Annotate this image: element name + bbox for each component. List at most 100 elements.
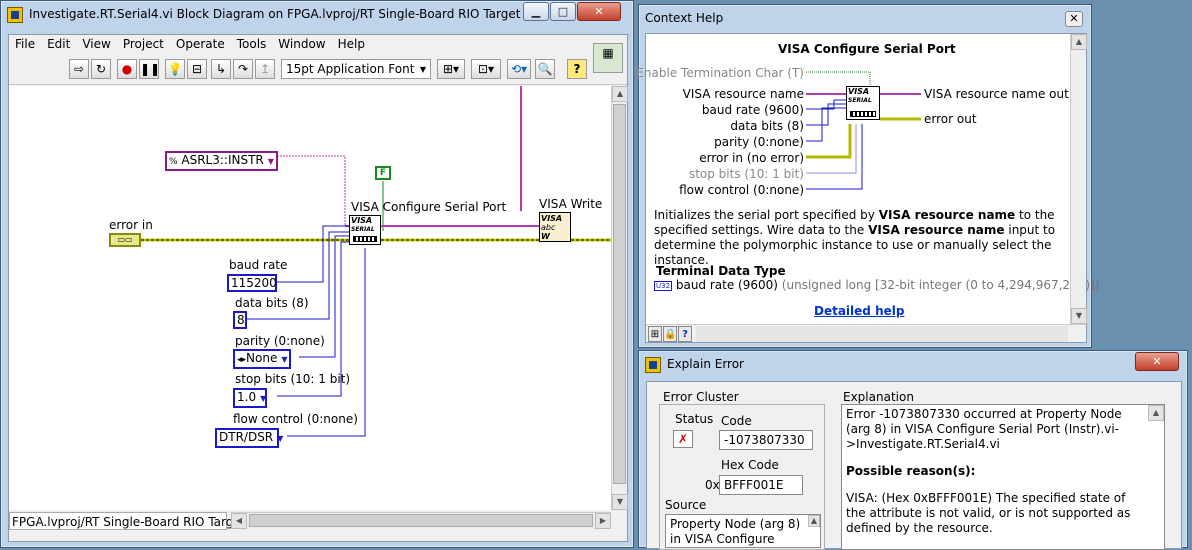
data-bits-constant[interactable]: 8 [233, 311, 247, 329]
detailed-help-link[interactable]: Detailed help [814, 304, 904, 318]
parity-ring-constant[interactable]: ◂▸None ▼ [233, 349, 291, 369]
source-text[interactable]: Property Node (arg 8) in VISA Configure … [665, 514, 821, 548]
explain-error-title: Explain Error [667, 357, 744, 371]
scroll-right-icon[interactable]: ▶ [595, 513, 611, 529]
u32-type-icon: U32 [654, 280, 673, 291]
visa-configure-serial-port-node[interactable]: VISA SERIAL [349, 215, 381, 245]
visa-serial-icon: VISA SERIAL [848, 87, 872, 105]
term-parity: parity (0:none) [714, 135, 804, 149]
highlight-execution-icon[interactable]: 💡 [165, 59, 185, 79]
diagram-canvas[interactable]: % ASRL3::INSTR ▼ F error in ▭▭ VISA Confi… [9, 86, 611, 510]
lock-help-icon[interactable]: 🔒 [663, 326, 677, 342]
scroll-up-icon[interactable]: ▲ [612, 86, 628, 102]
menu-project[interactable]: Project [117, 35, 170, 51]
run-arrow-icon[interactable]: ⇨ [69, 59, 89, 79]
term-visa-resource-out: VISA resource name out [924, 87, 1069, 101]
error-in-cluster-control[interactable]: ▭▭ [109, 233, 141, 247]
minimize-button[interactable]: ▁ [523, 2, 549, 21]
chevron-down-icon: ▼ [267, 157, 274, 166]
wires [141, 86, 611, 437]
term-flow-control: flow control (0:none) [679, 183, 804, 197]
font-select[interactable]: 15pt Application Font ▼ [281, 59, 431, 79]
horizontal-scrollbar[interactable]: ◀ ▶ [231, 512, 611, 529]
step-over-icon[interactable]: ↷ [233, 59, 253, 79]
menu-file[interactable]: File [9, 35, 41, 51]
menu-help[interactable]: Help [332, 35, 371, 51]
visa-write-node[interactable]: VISA abc W [539, 212, 571, 242]
explanation-text[interactable]: Error -1073807330 occurred at Property N… [841, 404, 1165, 550]
diagram-client: File Edit View Project Operate Tools Window Hel… [8, 34, 628, 542]
visa-serial-icon: VISA SERIAL [351, 216, 375, 234]
visa-resource-constant[interactable]: % ASRL3::INSTR ▼ [165, 151, 278, 171]
vi-icon[interactable]: ▦ [593, 43, 623, 73]
show-optional-terminals-icon[interactable]: ⊞ [648, 326, 662, 342]
flow-control-ring-constant[interactable]: DTR/DSR ▼ [215, 428, 283, 448]
explain-error-title-bar[interactable]: Explain Error ✕ [639, 351, 1187, 379]
term-error-out: error out [924, 112, 977, 126]
step-out-icon[interactable]: ↥ [255, 59, 275, 79]
scroll-down-icon[interactable]: ▼ [612, 494, 628, 510]
term-error-in: error in (no error) [699, 151, 804, 165]
term-visa-resource: VISA resource name [682, 87, 804, 101]
flow-control-label: flow control (0:none) [233, 412, 358, 426]
abort-icon[interactable]: ● [117, 59, 137, 79]
align-objects-icon[interactable]: ⊞▾ [437, 59, 465, 79]
menu-edit[interactable]: Edit [41, 35, 76, 51]
tdt-row: U32 baud rate (9600) (unsigned long [32-… [654, 278, 1100, 292]
context-help-icon[interactable]: ? [567, 59, 587, 79]
status-error-icon: ✗ [673, 430, 693, 448]
context-help-content: VISA Configure Serial Port VISA SERIAL En… [636, 33, 1099, 343]
explain-error-content: Error Cluster Status ✗ Code -1073807330 … [646, 381, 1182, 550]
search-icon[interactable]: 🔍 [535, 59, 555, 79]
data-bits-label: data bits (8) [235, 296, 309, 310]
menu-window[interactable]: Window [272, 35, 331, 51]
scroll-down-icon[interactable]: ▼ [1071, 308, 1087, 324]
title-bar[interactable]: Investigate.RT.Serial4.vi Block Diagram … [1, 1, 633, 29]
block-diagram-window: Investigate.RT.Serial4.vi Block Diagram … [0, 0, 634, 548]
menu-view[interactable]: View [76, 35, 116, 51]
run-continuously-icon[interactable]: ↻ [91, 59, 111, 79]
help-vertical-scrollbar[interactable]: ▲ ▼ [1070, 34, 1087, 324]
scroll-up-icon[interactable]: ▲ [808, 515, 820, 527]
terminal-data-type-heading: Terminal Data Type [656, 264, 786, 278]
vertical-scrollbar[interactable]: ▲ ▼ [611, 86, 628, 510]
project-status: FPGA.lvproj/RT Single-Board RIO Target [9, 512, 245, 530]
scroll-left-icon[interactable]: ◀ [231, 513, 247, 529]
menu-operate[interactable]: Operate [170, 35, 231, 51]
maximize-button[interactable]: □ [550, 2, 576, 21]
close-button[interactable]: ✕ [577, 2, 621, 21]
menu-tools[interactable]: Tools [231, 35, 273, 51]
context-help-title: Context Help [645, 11, 724, 25]
boolean-false-constant[interactable]: F [375, 166, 391, 180]
help-hscroll-track[interactable] [696, 326, 1068, 342]
term-stop-bits: stop bits (10: 1 bit) [688, 167, 804, 181]
hex-code-value[interactable]: BFFF001E [719, 475, 803, 495]
scroll-thumb[interactable] [613, 104, 626, 484]
scroll-up-icon[interactable]: ▲ [1148, 405, 1164, 421]
stop-bits-ring-constant[interactable]: 1.0 ▼ [233, 388, 267, 408]
distribute-objects-icon[interactable]: ⊡▾ [471, 59, 501, 79]
help-node-icon: VISA SERIAL [846, 86, 880, 120]
error-cluster-label: Error Cluster [663, 390, 739, 404]
explanation-label: Explanation [843, 390, 914, 404]
window-title: Investigate.RT.Serial4.vi Block Diagram … [29, 7, 531, 21]
scroll-up-icon[interactable]: ▲ [1071, 34, 1087, 50]
baud-rate-constant[interactable]: 115200 [227, 274, 277, 292]
retain-wire-values-icon[interactable]: ⊟ [187, 59, 207, 79]
labview-app-icon [7, 7, 23, 23]
pause-icon[interactable]: ❚❚ [139, 59, 160, 79]
term-enable-termination: Enable Termination Char (T) [636, 66, 804, 80]
parity-label: parity (0:none) [235, 334, 325, 348]
context-help-title-bar[interactable]: Context Help ✕ [639, 5, 1091, 33]
context-help-close-button[interactable]: ✕ [1065, 11, 1083, 27]
help-heading: VISA Configure Serial Port [778, 42, 956, 56]
code-value[interactable]: -1073807330 [719, 430, 813, 450]
scroll-thumb-h[interactable] [249, 514, 593, 527]
chevron-down-icon: ▼ [260, 394, 267, 403]
detailed-help-icon[interactable]: ? [678, 326, 692, 342]
reorder-icon[interactable]: ⟲▾ [507, 59, 531, 79]
source-label: Source [665, 498, 707, 512]
explain-error-close-button[interactable]: ✕ [1135, 352, 1179, 371]
step-into-icon[interactable]: ↳ [211, 59, 231, 79]
term-baud-rate: baud rate (9600) [701, 103, 804, 117]
